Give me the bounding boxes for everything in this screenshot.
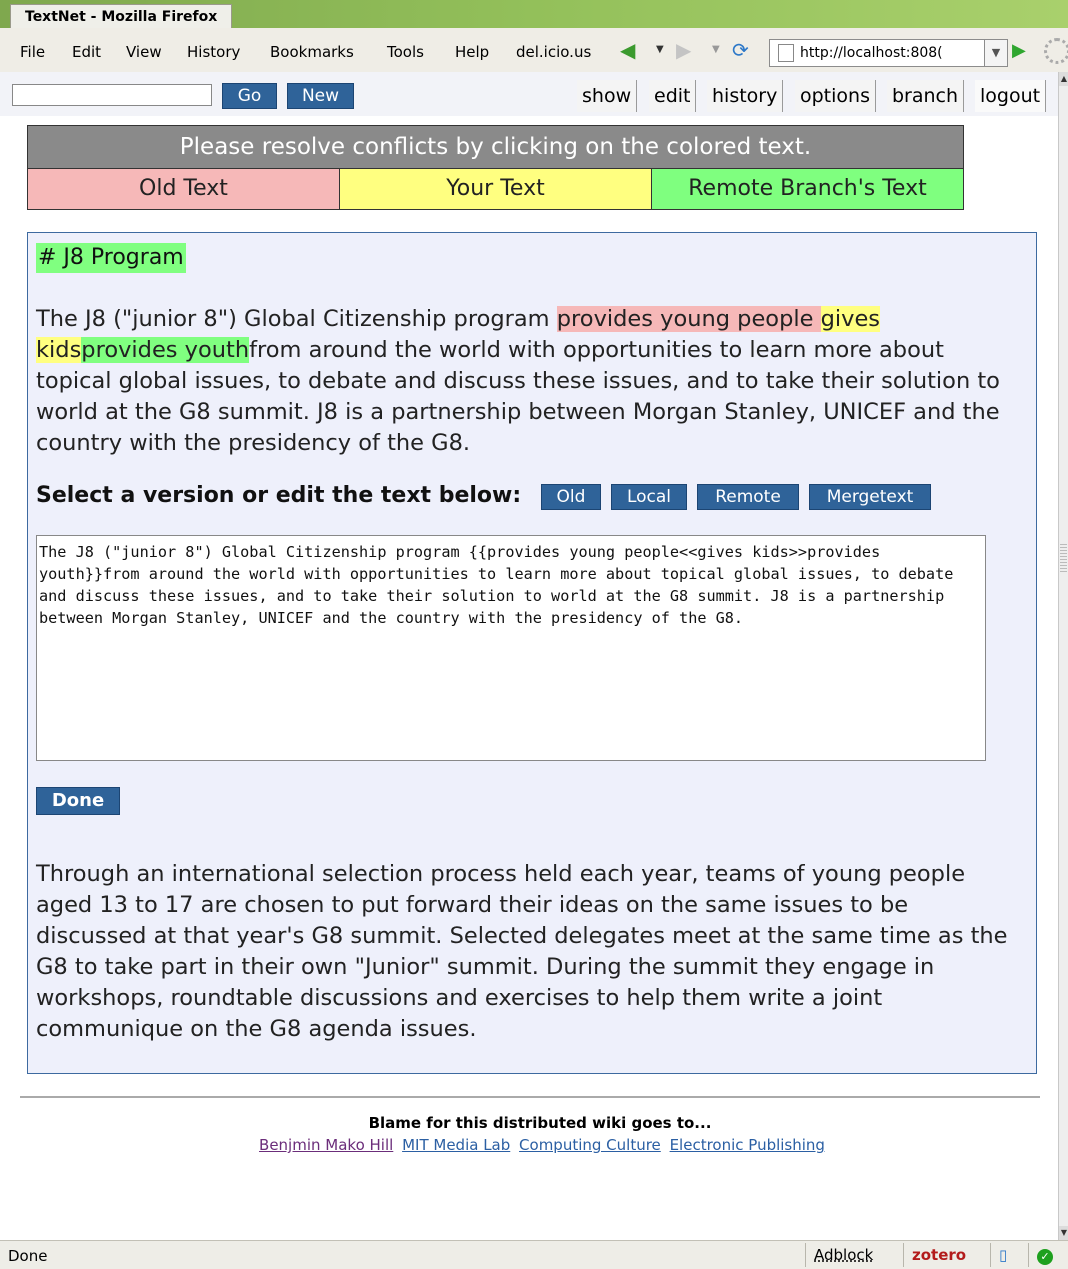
go-button[interactable]: Go	[222, 83, 277, 109]
conflict-remote-text[interactable]: provides youth	[81, 337, 250, 363]
doc-paragraph-2: Through an international selection proce…	[36, 861, 1008, 1042]
footer-links: Benjmin Mako Hill MIT Media Lab Computin…	[0, 1136, 1068, 1154]
scroll-grip[interactable]	[1060, 542, 1067, 572]
menu-bookmarks[interactable]: Bookmarks	[270, 43, 354, 61]
back-icon[interactable]: ◀	[620, 38, 635, 62]
doc-paragraph-1: The J8 ("junior 8") Global Citizenship p…	[36, 304, 1021, 459]
status-bar: Done Adblock zotero ▯ ✓	[0, 1240, 1068, 1269]
back-dropdown-icon[interactable]: ▼	[656, 38, 664, 62]
page-name-input[interactable]	[12, 84, 212, 106]
link-computing-culture[interactable]: Computing Culture	[519, 1136, 661, 1154]
footer-blame: Blame for this distributed wiki goes to.…	[368, 1114, 712, 1132]
tab-show[interactable]: show	[577, 80, 638, 112]
zotero-label[interactable]: zotero	[903, 1243, 974, 1267]
forward-icon[interactable]: ▶	[676, 38, 691, 62]
footer-divider	[20, 1096, 1040, 1098]
vertical-scrollbar[interactable]: ▲ ▼	[1058, 72, 1068, 1240]
conflict-old-text[interactable]: provides young people	[556, 306, 821, 332]
remote-version-button[interactable]: Remote	[697, 484, 799, 510]
url-text: http://localhost:808(	[800, 45, 943, 61]
secure-ok-icon: ✓	[1028, 1243, 1061, 1267]
p1-start: The J8 ("junior 8") Global Citizenship p…	[36, 306, 557, 332]
go-arrow-icon[interactable]: ▶	[1012, 40, 1026, 61]
menu-edit[interactable]: Edit	[72, 43, 101, 61]
local-version-button[interactable]: Local	[611, 484, 687, 510]
select-version-label: Select a version or edit the text below:	[36, 483, 522, 508]
tab-branch[interactable]: branch	[887, 80, 965, 112]
menu-file[interactable]: File	[20, 43, 45, 61]
window-title: TextNet - Mozilla Firefox	[10, 4, 233, 29]
mergetext-button[interactable]: Mergetext	[809, 484, 931, 510]
scroll-up-icon[interactable]: ▲	[1059, 72, 1068, 86]
link-benjmin-mako-hill[interactable]: Benjmin Mako Hill	[259, 1136, 393, 1154]
legend-remote-text: Remote Branch's Text	[652, 169, 963, 209]
menu-tools[interactable]: Tools	[387, 43, 424, 61]
conflict-instructions: Please resolve conflicts by clicking on …	[28, 126, 963, 169]
tab-edit[interactable]: edit	[649, 80, 697, 112]
menu-view[interactable]: View	[126, 43, 162, 61]
merge-editor[interactable]: The J8 ("junior 8") Global Citizenship p…	[36, 535, 986, 761]
menu-help[interactable]: Help	[455, 43, 489, 61]
url-dropdown-icon[interactable]: ▼	[984, 39, 1008, 67]
doc-heading: # J8 Program	[36, 243, 186, 273]
throbber-icon	[1044, 38, 1068, 64]
reload-icon[interactable]: ⟳	[732, 38, 749, 62]
page-toolbar: Go New show edit history options branch …	[0, 72, 1058, 116]
url-bar[interactable]: http://localhost:808(	[769, 39, 986, 67]
conflict-legend: Please resolve conflicts by clicking on …	[27, 125, 964, 210]
new-button[interactable]: New	[287, 83, 354, 109]
adblock-label[interactable]: Adblock	[805, 1243, 881, 1267]
status-text: Done	[8, 1247, 48, 1265]
old-version-button[interactable]: Old	[541, 484, 601, 510]
window-title-bar: TextNet - Mozilla Firefox	[0, 0, 1068, 29]
legend-old-text: Old Text	[28, 169, 340, 209]
forward-dropdown-icon[interactable]: ▼	[712, 38, 720, 62]
tab-logout[interactable]: logout	[975, 80, 1047, 112]
link-mit-media-lab[interactable]: MIT Media Lab	[402, 1136, 510, 1154]
document-panel: # J8 Program The J8 ("junior 8") Global …	[27, 232, 1037, 1074]
scroll-down-icon[interactable]: ▼	[1059, 1226, 1068, 1240]
tab-options[interactable]: options	[795, 80, 876, 112]
select-version-row: Select a version or edit the text below:	[36, 483, 521, 508]
page-icon	[778, 44, 794, 62]
legend-your-text: Your Text	[340, 169, 652, 209]
menu-history[interactable]: History	[187, 43, 240, 61]
sidebar-icon[interactable]: ▯	[990, 1243, 1015, 1267]
link-electronic-publishing[interactable]: Electronic Publishing	[670, 1136, 825, 1154]
menu-delicious[interactable]: del.icio.us	[516, 43, 591, 61]
done-button[interactable]: Done	[36, 787, 120, 815]
tab-history[interactable]: history	[707, 80, 784, 112]
